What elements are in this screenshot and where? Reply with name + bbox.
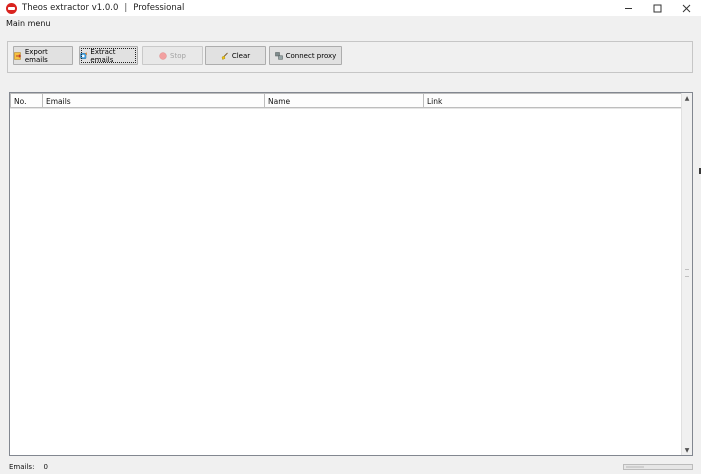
app-logo-icon (6, 2, 17, 14)
status-bar: Emails: 0 (0, 460, 701, 474)
clear-button[interactable]: Clear (205, 46, 266, 65)
connect-proxy-button[interactable]: Connect proxy (269, 46, 342, 65)
menu-bar: Main menu (0, 16, 701, 30)
close-button[interactable] (672, 0, 701, 16)
window-title: Theos extractor v1.0.0 (22, 3, 119, 13)
clear-label: Clear (231, 51, 251, 60)
window-controls (614, 0, 701, 16)
toolbar: Export emails Extract emails Stop Clear … (7, 41, 693, 73)
progress-bar (623, 464, 693, 470)
close-icon (682, 4, 691, 12)
extract-emails-label: Extract emails (90, 47, 116, 64)
proxy-icon (274, 51, 283, 60)
maximize-button[interactable] (643, 0, 672, 16)
export-icon (14, 51, 22, 60)
stop-label: Stop (170, 51, 186, 60)
edition-label: Professional (133, 3, 185, 13)
column-header-emails[interactable]: Emails (43, 93, 265, 108)
progress-thumb (626, 466, 644, 468)
stop-button[interactable]: Stop (142, 46, 203, 65)
table-header: No. Emails Name Link (10, 93, 683, 109)
scroll-up-arrow-icon[interactable]: ▲ (683, 94, 691, 102)
extract-icon (80, 51, 88, 59)
results-table[interactable]: No. Emails Name Link ▲ ▼ (9, 92, 693, 456)
clear-icon (221, 52, 228, 60)
emails-count-value: 0 (43, 463, 48, 471)
title-separator: | (124, 3, 128, 13)
column-header-link[interactable]: Link (424, 93, 683, 108)
export-emails-label: Export emails (24, 47, 48, 64)
export-emails-button[interactable]: Export emails (13, 46, 73, 65)
emails-count-label: Emails: (9, 463, 35, 471)
menu-item-main[interactable]: Main menu (6, 19, 51, 28)
vertical-scrollbar[interactable]: ▲ ▼ (681, 93, 692, 455)
column-header-no[interactable]: No. (10, 93, 43, 108)
connect-proxy-label: Connect proxy (285, 51, 337, 60)
minimize-icon (625, 7, 632, 9)
scroll-down-arrow-icon[interactable]: ▼ (683, 446, 691, 454)
extract-emails-button[interactable]: Extract emails (79, 46, 138, 65)
column-header-name[interactable]: Name (265, 93, 424, 108)
maximize-icon (653, 4, 662, 12)
title-bar[interactable]: Theos extractor v1.0.0 | Professional (0, 0, 701, 16)
scroll-grip-icon (685, 269, 689, 277)
minimize-button[interactable] (614, 0, 643, 16)
stop-icon (159, 51, 167, 60)
